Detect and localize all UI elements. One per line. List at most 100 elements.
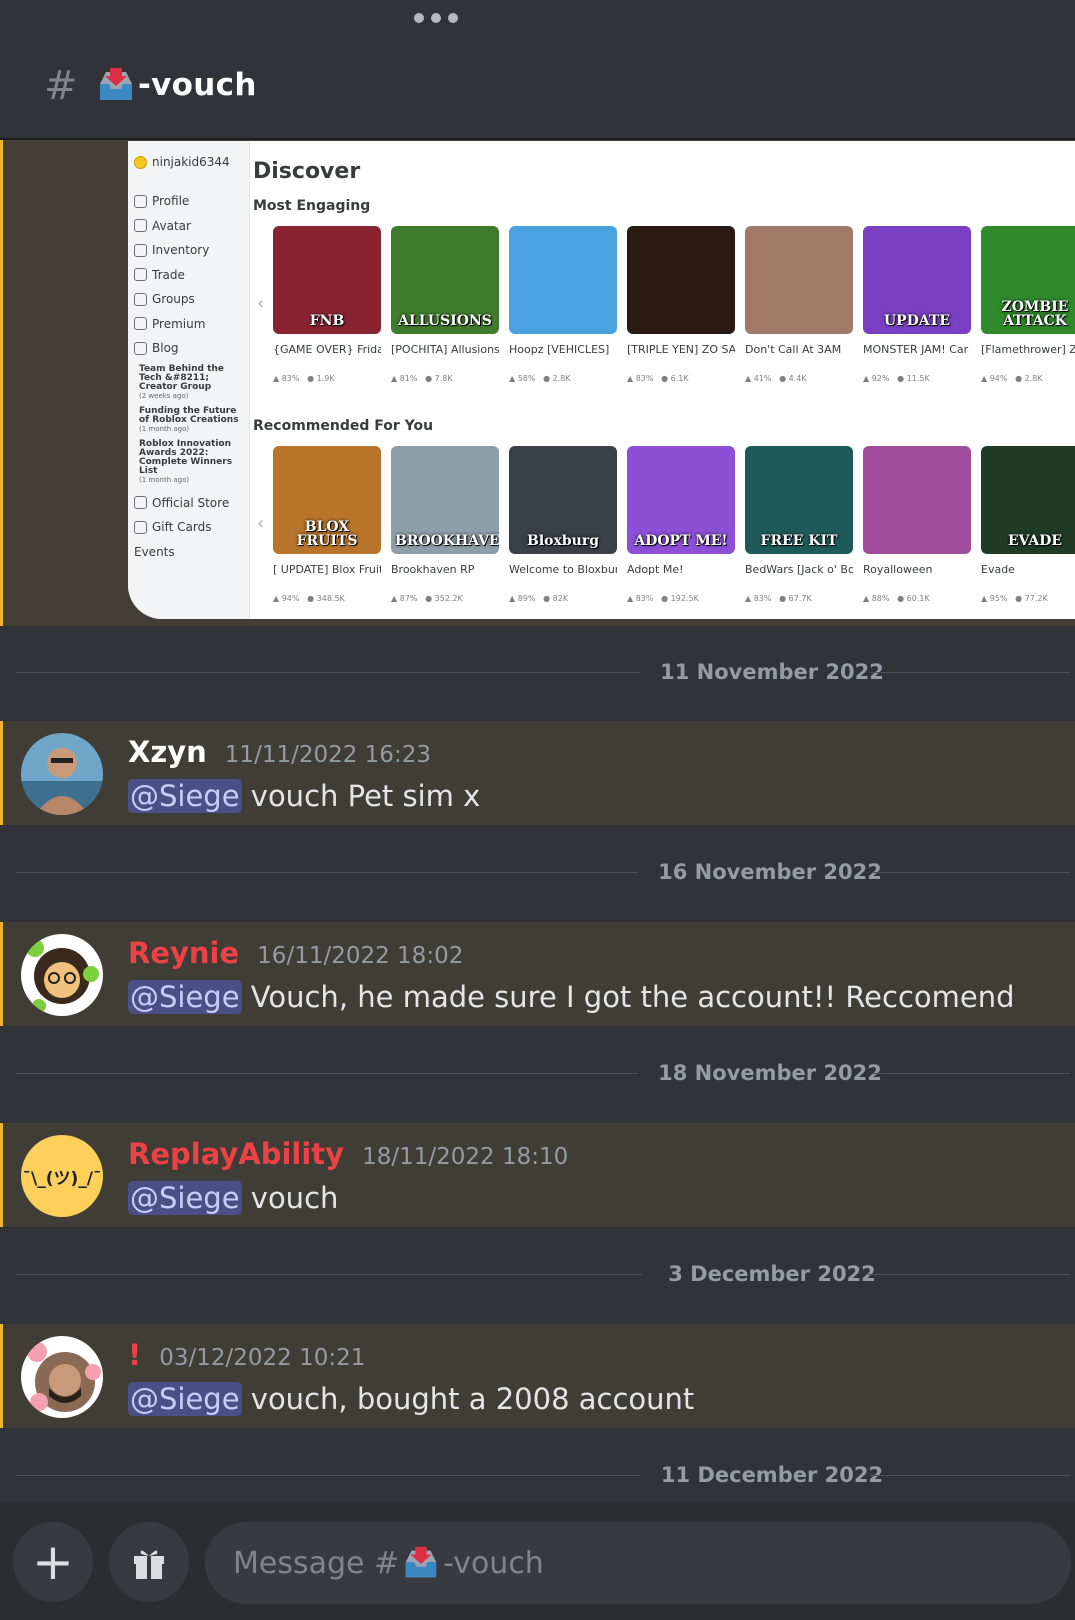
news-age: (1 month ago) [139,475,190,484]
avatar[interactable]: ¯\_(ツ)_/¯ [21,1135,103,1217]
game-stats: ▲ 92% ● 11.5K [863,374,971,383]
message[interactable]: ¯\_(ツ)_/¯ ReplayAbility 18/11/2022 18:10… [0,1123,1075,1227]
game-card[interactable]: ADOPT ME! Adopt Me! ▲ 83% ● 192.5K [627,446,735,603]
game-card[interactable]: FNB {GAME OVER} Friday Night ▲ 83% ● 1.9K [273,226,381,383]
game-players: 4.4K [788,374,807,383]
player-icon: ● [779,594,787,603]
message-content: @Siege Vouch, he made sure I got the acc… [128,980,1015,1014]
game-card[interactable]: Bloxburg Welcome to Bloxburg ▲ 89% ● 82K [509,446,617,603]
thumbnail-text: ZOMBIE ATTACK [1001,299,1069,329]
game-stats: ▲ 89% ● 82K [509,594,617,603]
blog-news-item: Funding the Future of Roblox Creations (1… [139,406,248,434]
thumbs-up-icon: ▲ [273,374,280,383]
date-divider: 18 November 2022 [16,1058,1070,1088]
divider-line [872,872,1070,873]
message[interactable]: Xzyn 11/11/2022 16:23 @Siege vouch Pet s… [0,721,1075,825]
user-mention[interactable]: @Siege [128,1382,242,1416]
game-stats: ▲ 87% ● 352.2K [391,594,499,603]
game-card[interactable]: ALLUSIONS [POCHITA] Allusions ▲ 81% ● 7.8K [391,226,499,383]
message-content: @Siege vouch Pet sim x [128,779,480,813]
avatar[interactable] [21,733,103,815]
thumbs-up-icon: ▲ [863,374,870,383]
player-icon: ● [661,594,669,603]
avatar-icon [134,219,147,233]
game-title: Hoopz [VEHICLES] [509,343,610,356]
thumbnail-text: Bloxburg [527,533,599,549]
message-header: Xzyn 11/11/2022 16:23 [128,735,431,769]
recommended-row: BLOX FRUITS [ UPDATE] Blox Fruits ▲ 94% ● … [273,446,1075,603]
author-name[interactable]: ! [128,1338,141,1372]
gift-card-icon [134,520,147,534]
game-title: Royalloween [863,563,933,576]
message-content: @Siege vouch [128,1181,338,1215]
channel-title[interactable]: -vouch [96,66,257,104]
date-divider: 16 November 2022 [16,857,1070,887]
thumbs-up-icon: ▲ [745,594,752,603]
author-name[interactable]: Reynie [128,936,239,970]
date-divider: 11 November 2022 [16,657,1070,687]
game-players: 7.8K [434,374,453,383]
message-input[interactable]: Message # -vouch [205,1522,1071,1604]
game-players: 6.1K [670,374,689,383]
date-label: 3 December 2022 [668,1262,876,1286]
roblox-screenshot[interactable]: ninjakid6344 Profile Avatar Inventory Tr… [128,141,1075,619]
game-card[interactable]: Hoopz [VEHICLES] ▲ 58% ● 2.8K [509,226,617,383]
game-card[interactable]: Royalloween ▲ 88% ● 60.1K [863,446,971,603]
trade-icon [134,268,147,282]
message[interactable]: Reynie 16/11/2022 18:02 @Siege Vouch, he… [0,922,1075,1026]
date-divider: 3 December 2022 [16,1259,1070,1289]
divider-line [16,1073,638,1074]
game-card[interactable]: Don't Call At 3AM ▲ 41% ● 4.4K [745,226,853,383]
game-card[interactable]: EVADE Evade ▲ 95% ● 77.2K [981,446,1075,603]
news-age: (2 weeks ago) [139,391,189,400]
message-header: Reynie 16/11/2022 18:02 [128,936,463,970]
image-message: ninjakid6344 Profile Avatar Inventory Tr… [0,140,1075,626]
user-mention[interactable]: @Siege [128,1181,242,1215]
game-card[interactable]: BLOX FRUITS [ UPDATE] Blox Fruits ▲ 94% ● … [273,446,381,603]
user-mention[interactable]: @Siege [128,779,242,813]
blog-news-item: Roblox Innovation Awards 2022: Complete … [139,439,248,485]
game-card[interactable]: FREE KIT BedWars [Jack o' Boom!] ▲ 83% ● 6… [745,446,853,603]
nav-label: Trade [152,267,185,282]
message-text: vouch [250,1181,339,1215]
divider-line [868,1274,1070,1275]
chevron-left-icon: ‹ [257,513,265,534]
author-name[interactable]: Xzyn [128,735,207,769]
game-card[interactable]: UPDATE MONSTER JAM! Car ▲ 92% ● 11.5K [863,226,971,383]
player-icon: ● [425,594,433,603]
game-thumbnail: BLOX FRUITS [273,446,381,554]
game-players: 67.7K [788,594,812,603]
game-card[interactable]: BROOKHAVEN Brookhaven RP ▲ 87% ● 352.2K [391,446,499,603]
roblox-nav-events: Events [134,540,248,565]
roblox-nav: Profile Avatar Inventory Trade Groups Pr… [134,189,248,564]
thumbs-up-icon: ▲ [863,594,870,603]
author-name[interactable]: ReplayAbility [128,1137,344,1171]
thumbs-up-icon: ▲ [981,374,988,383]
section-recommended: Recommended For You [253,418,434,434]
game-title: Welcome to Bloxburg [509,563,617,576]
plus-icon[interactable]: + [13,1522,93,1602]
thumbs-up-icon: ▲ [627,374,634,383]
robux-icon [134,155,147,169]
player-icon: ● [307,594,315,603]
message-header: ReplayAbility 18/11/2022 18:10 [128,1137,568,1171]
premium-icon [134,317,147,331]
game-rating: 81% [399,374,418,383]
game-rating: 95% [989,594,1008,603]
divider-line [16,672,640,673]
game-stats: ▲ 94% ● 348.5K [273,594,381,603]
message[interactable]: ! 03/12/2022 10:21 @Siege vouch, bought … [0,1324,1075,1428]
game-thumbnail [863,446,971,554]
user-mention[interactable]: @Siege [128,980,242,1014]
more-dots-icon[interactable] [414,13,458,23]
nav-label: Premium [152,316,206,331]
inbox-tray-icon [401,1545,441,1581]
thumbnail-text: EVADE [1007,533,1063,549]
avatar[interactable] [21,1336,103,1418]
game-card[interactable]: [TRIPLE YEN] ZO SAMURAI ▲ 83% ● 6.1K [627,226,735,383]
avatar[interactable] [21,934,103,1016]
gift-icon[interactable] [109,1522,189,1602]
game-card[interactable]: ZOMBIE ATTACK [Flamethrower] Zombie Attac… [981,226,1075,383]
placeholder-suffix: -vouch [443,1545,544,1581]
game-players: 348.5K [316,594,345,603]
